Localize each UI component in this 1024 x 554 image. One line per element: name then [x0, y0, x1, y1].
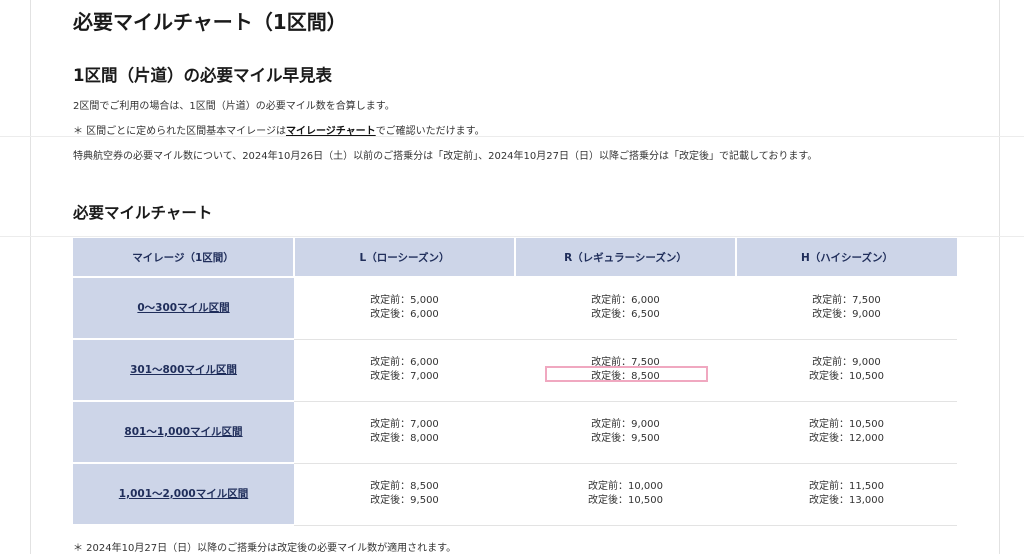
before-value: 改定前：9,000 [591, 418, 660, 430]
range-link-1001-2000[interactable]: 1,001〜2,000マイル区間 [73, 463, 294, 526]
range-link-0-300[interactable]: 0〜300マイル区間 [73, 276, 294, 340]
table-cell: 改定前：9,000 改定後：9,500 [515, 401, 736, 464]
table-row: 0〜300マイル区間 改定前：5,000 改定後：6,000 改定前：6,000 改… [73, 276, 957, 340]
table-row: 801〜1,000マイル区間 改定前：7,000 改定後：8,000 改定前：9,… [73, 401, 957, 464]
before-value: 改定前：6,000 [370, 356, 439, 368]
header-high-season: H（ハイシーズン） [736, 238, 957, 277]
after-value: 改定後：10,500 [588, 495, 663, 506]
after-value: 改定後：12,000 [809, 433, 884, 444]
before-value: 改定前：7,000 [370, 418, 439, 430]
table-cell: 改定前：7,000 改定後：8,000 [294, 401, 515, 464]
before-value: 改定前：10,000 [588, 480, 663, 492]
after-value: 改定後：13,000 [809, 495, 884, 506]
screenshot-seam-bottom [0, 236, 1024, 237]
intro-line-1: 2区間でご利用の場合は、1区間（片道）の必要マイル数を合算します。 [73, 101, 395, 112]
before-value: 改定前：10,500 [809, 418, 884, 430]
intro-line-2: ＊ 区間ごとに定められた区間基本マイレージはマイレージチャートでご確認いただけま… [73, 125, 485, 139]
before-value: 改定前：11,500 [809, 480, 884, 492]
after-value: 改定後：6,000 [370, 309, 439, 321]
table-cell: 改定前：11,500 改定後：13,000 [736, 463, 957, 526]
after-value: 改定後：6,500 [591, 309, 660, 321]
mileage-chart-link[interactable]: マイレージチャート [286, 126, 376, 137]
page: 必要マイルチャート（1区間） 1区間（片道）の必要マイル早見表 2区間でご利用の… [0, 0, 1024, 554]
header-low-season: L（ローシーズン） [294, 238, 516, 277]
table-cell: 改定前：7,500 改定後：9,000 [736, 276, 957, 340]
intro-line-3: 特典航空券の必要マイル数について、2024年10月26日（土）以前のご搭乗分は「… [73, 151, 818, 162]
after-value: 改定後：8,000 [370, 433, 439, 444]
table-cell: 改定前：5,000 改定後：6,000 [294, 276, 515, 340]
header-regular-season: R（レギュラーシーズン） [515, 238, 737, 277]
table-cell: 改定前：6,000 改定後：7,000 [294, 339, 515, 402]
after-value: 改定後：9,500 [370, 495, 439, 506]
after-value: 改定後：10,500 [809, 371, 884, 382]
table-row: 1,001〜2,000マイル区間 改定前：8,500 改定後：9,500 改定前：… [73, 463, 957, 526]
table-cell: 改定前：8,500 改定後：9,500 [294, 463, 515, 526]
footnote: ＊ 2024年10月27日（日）以降のご搭乗分は改定後の必要マイル数が適用されま… [73, 543, 457, 554]
table-cell: 改定前：10,000 改定後：10,500 [515, 463, 736, 526]
before-value: 改定前：8,500 [370, 480, 439, 492]
section-title: 1区間（片道）の必要マイル早見表 [73, 66, 332, 85]
table-header-row: マイレージ（1区間） L（ローシーズン） R（レギュラーシーズン） H（ハイシー… [73, 238, 957, 277]
before-value: 改定前：5,000 [370, 294, 439, 306]
page-title: 必要マイルチャート（1区間） [73, 10, 347, 34]
before-value: 改定前：7,500 [812, 294, 881, 306]
required-miles-table: マイレージ（1区間） L（ローシーズン） R（レギュラーシーズン） H（ハイシー… [73, 238, 957, 526]
after-value: 改定後：9,000 [812, 309, 881, 321]
before-value: 改定前：6,000 [591, 294, 660, 306]
intro-line-2-prefix: ＊ 区間ごとに定められた区間基本マイレージは [73, 126, 286, 137]
before-value: 改定前：9,000 [812, 356, 881, 368]
table-cell: 改定前：6,000 改定後：6,500 [515, 276, 736, 340]
table-cell: 改定前：10,500 改定後：12,000 [736, 401, 957, 464]
range-link-301-800[interactable]: 301〜800マイル区間 [73, 339, 294, 402]
table-row: 301〜800マイル区間 改定前：6,000 改定後：7,000 改定前：7,50… [73, 339, 957, 402]
after-value: 改定後：9,500 [591, 433, 660, 444]
intro-line-2-suffix: でご確認いただけます。 [375, 126, 485, 137]
table-cell: 改定前：9,000 改定後：10,500 [736, 339, 957, 402]
after-value: 改定後：7,000 [370, 371, 439, 382]
range-link-801-1000[interactable]: 801〜1,000マイル区間 [73, 401, 294, 464]
highlight-box [545, 366, 708, 382]
chart-heading: 必要マイルチャート [73, 204, 213, 222]
header-mileage: マイレージ（1区間） [73, 238, 295, 277]
